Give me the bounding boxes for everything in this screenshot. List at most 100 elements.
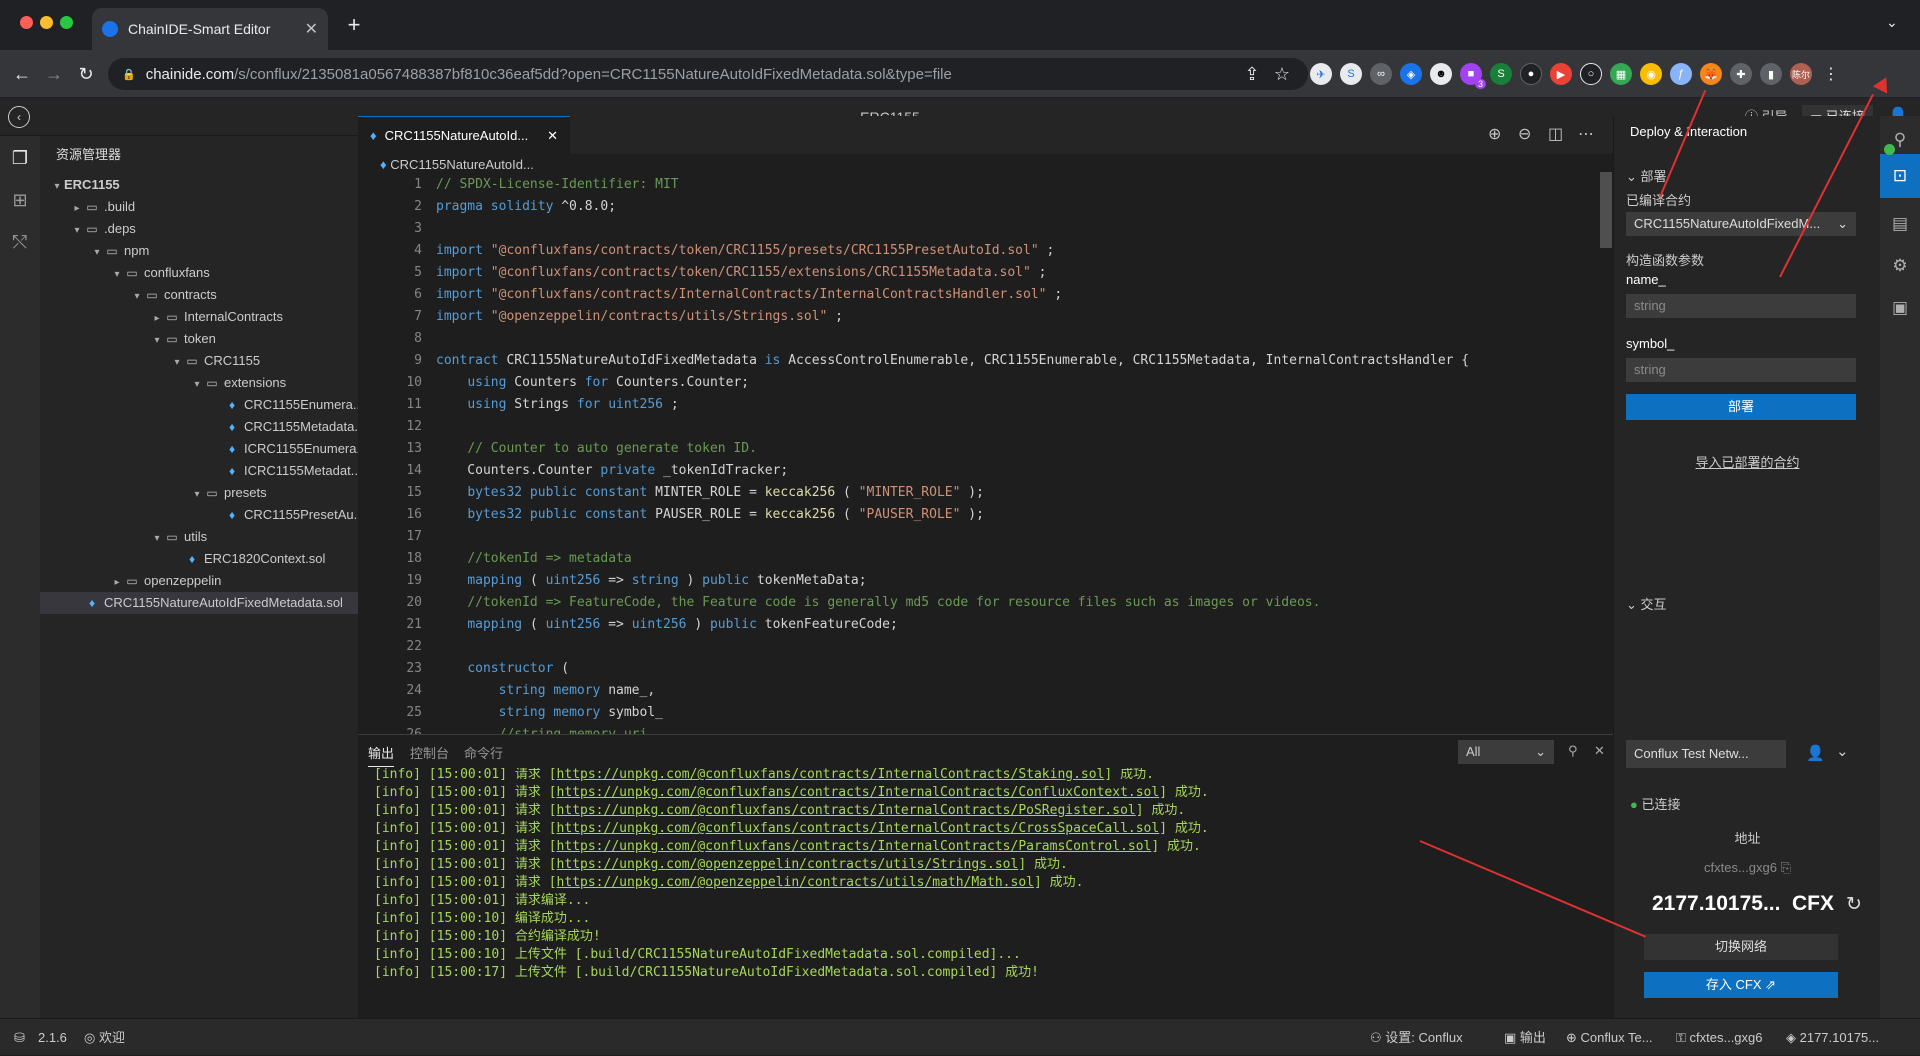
extension-grid-icon[interactable]: ▦ [1610,63,1632,85]
extension-shield-icon[interactable]: ◈ [1400,63,1422,85]
tree-file[interactable]: ♦ CRC1155NatureAutoIdFixedMetadata.sol [40,592,358,614]
tree-folder[interactable]: ▾ ▭ presets [40,482,358,504]
account-status[interactable]: ⚿ cfxtes...gxg6 [1676,1019,1763,1056]
back-arrow-icon[interactable]: ← [10,62,34,86]
log-link[interactable]: https://unpkg.com/@confluxfans/contracts… [557,821,1160,836]
tree-folder[interactable]: ▾ ▭ contracts [40,284,358,306]
param-symbol-input[interactable]: string [1626,358,1856,382]
split-editor-icon[interactable]: ◫ [1548,124,1563,144]
extension-skype-icon[interactable]: S [1340,63,1362,85]
address-bar[interactable]: 🔒 chainide.com/s/conflux/2135081a0567488… [108,58,1308,90]
tree-folder[interactable]: ▾ ▭ token [40,328,358,350]
git-icon[interactable]: ⤲ [8,230,32,254]
window-zoom-dot[interactable] [60,16,73,29]
browser-tab[interactable]: ChainIDE-Smart Editor ✕ [92,8,328,50]
deploy-button[interactable]: 部署 [1626,394,1856,420]
files-icon[interactable]: ❐ [8,146,32,170]
extension-fluent-icon[interactable]: ƒ [1670,63,1692,85]
chevron-down-icon[interactable]: ⌄ [1836,742,1849,760]
tree-folder[interactable]: ▾ ▭ .deps [40,218,358,240]
tree-folder[interactable]: ▸ ▭ InternalContracts [40,306,358,328]
log-link[interactable]: https://unpkg.com/@confluxfans/contracts… [557,768,1105,782]
more-actions-icon[interactable]: ⋯ [1578,124,1594,144]
tree-folder[interactable]: ▸ ▭ .build [40,196,358,218]
editor-tab-close-icon[interactable]: ✕ [547,128,558,144]
tab-output[interactable]: 输出 [368,743,395,767]
extension-bird-icon[interactable]: ✈ [1310,63,1332,85]
tree-file[interactable]: ♦ ERC1820Context.sol [40,548,358,570]
editor-tab[interactable]: ♦ CRC1155NatureAutoId... ✕ [358,116,570,154]
import-deployed-link[interactable]: 导入已部署的合约 [1614,452,1881,471]
param-name-input[interactable]: string [1626,294,1856,318]
settings-gear-icon[interactable]: ⚙ [1888,254,1912,278]
profile-avatar[interactable]: 陈尔 [1790,63,1812,85]
zoom-out-icon[interactable]: ⊖ [1518,124,1531,144]
tree-folder[interactable]: ▾ ERC1155 [40,174,358,196]
tree-folder[interactable]: ▾ ▭ utils [40,526,358,548]
deposit-cfx-button[interactable]: 存入 CFX ⇗ [1644,972,1838,998]
clipboard-icon[interactable]: ▤ [1888,212,1912,236]
window-minimize-dot[interactable] [40,16,53,29]
refresh-balance-icon[interactable]: ↻ [1846,893,1862,916]
window-close-dot[interactable] [20,16,33,29]
tree-folder[interactable]: ▸ ▭ openzeppelin [40,570,358,592]
tree-folder[interactable]: ▾ ▭ extensions [40,372,358,394]
tab-search-chevron-icon[interactable]: ⌄ [1886,14,1898,31]
network-status[interactable]: ⊕ Conflux Te... [1566,1019,1653,1056]
section-deploy-toggle[interactable]: ⌄ 部署 [1626,166,1667,185]
extension-s-icon[interactable]: S [1490,63,1512,85]
extension-badge-icon[interactable]: ■ 3 [1460,63,1486,89]
lock-scroll-icon[interactable]: ⚲ [1568,743,1578,759]
plugins-icon[interactable]: ⊞ [8,188,32,212]
browser-menu-icon[interactable]: ⋮ [1820,63,1842,85]
reload-icon[interactable]: ↻ [74,62,98,86]
log-link[interactable]: https://unpkg.com/@openzeppelin/contract… [557,857,1019,872]
settings-status[interactable]: ⚇ 设置: Conflux [1370,1019,1463,1056]
extension-mask-icon[interactable]: ☻ [1430,63,1452,85]
extension-color-wheel-icon[interactable]: ◉ [1640,63,1662,85]
network-select[interactable]: Conflux Test Netw... [1626,740,1786,768]
copy-icon[interactable]: ⎘ [1781,860,1791,875]
output-status[interactable]: ▣ 输出 [1504,1019,1546,1056]
section-interact-toggle[interactable]: ⌄ 交互 [1626,594,1667,613]
extensions-puzzle-icon[interactable]: ✚ [1730,63,1752,85]
forward-arrow-icon[interactable]: → [42,62,66,86]
close-panel-icon[interactable]: ✕ [1594,743,1605,759]
tree-file[interactable]: ♦ ICRC1155Enumera... [40,438,358,460]
tree-file[interactable]: ♦ CRC1155Metadata... [40,416,358,438]
new-tab-plus-icon[interactable]: + [342,14,366,38]
tree-folder[interactable]: ▾ ▭ CRC1155 [40,350,358,372]
log-link[interactable]: https://unpkg.com/@openzeppelin/contract… [557,875,1034,890]
address-value[interactable]: cfxtes...gxg6 ⎘ [1614,860,1881,876]
extension-glasses-icon[interactable]: ∞ [1370,63,1392,85]
zoom-in-icon[interactable]: ⊕ [1488,124,1501,144]
compiled-contract-select[interactable]: CRC1155NatureAutoIdFixedM... ⌄ [1626,212,1856,236]
tree-folder[interactable]: ▾ ▭ npm [40,240,358,262]
bookmark-star-icon[interactable]: ☆ [1270,62,1294,86]
output-filter-select[interactable]: All ⌄ [1458,740,1554,764]
account-user-icon[interactable]: 👤 [1806,744,1825,762]
share-icon[interactable]: ⇪ [1240,62,1264,86]
breadcrumb[interactable]: ♦ CRC1155NatureAutoId... [358,154,1613,176]
extension-circle-icon[interactable]: ○ [1580,63,1602,85]
code-editor[interactable]: 1 // SPDX-License-Identifier: MIT 2 pragma … [358,174,1613,734]
tree-folder[interactable]: ▾ ▭ confluxfans [40,262,358,284]
log-link[interactable]: https://unpkg.com/@confluxfans/contracts… [557,803,1136,818]
editor-scrollbar[interactable] [1600,172,1612,248]
log-link[interactable]: https://unpkg.com/@confluxfans/contracts… [557,785,1160,800]
toolbox-icon[interactable]: ▣ [1888,296,1912,320]
side-panel-icon[interactable]: ▮ [1760,63,1782,85]
switch-network-button[interactable]: 切换网络 [1644,934,1838,960]
tree-file[interactable]: ♦ CRC1155PresetAu... [40,504,358,526]
tab-close-icon[interactable]: ✕ [305,19,318,39]
extension-red-icon[interactable]: ▶ [1550,63,1572,85]
balance-status[interactable]: ◈ 2177.10175... [1786,1019,1879,1056]
welcome-link[interactable]: ◎ 欢迎 [84,1019,125,1056]
metamask-fox-icon[interactable]: 🦊 [1700,63,1722,85]
tree-file[interactable]: ♦ ICRC1155Metadat... [40,460,358,482]
log-link[interactable]: https://unpkg.com/@confluxfans/contracts… [557,839,1152,854]
tab-console[interactable]: 控制台 [410,743,449,762]
extension-dark-icon[interactable]: ● [1520,63,1542,85]
tree-file[interactable]: ♦ CRC1155Enumera... [40,394,358,416]
tab-terminal[interactable]: 命令行 [464,743,503,762]
